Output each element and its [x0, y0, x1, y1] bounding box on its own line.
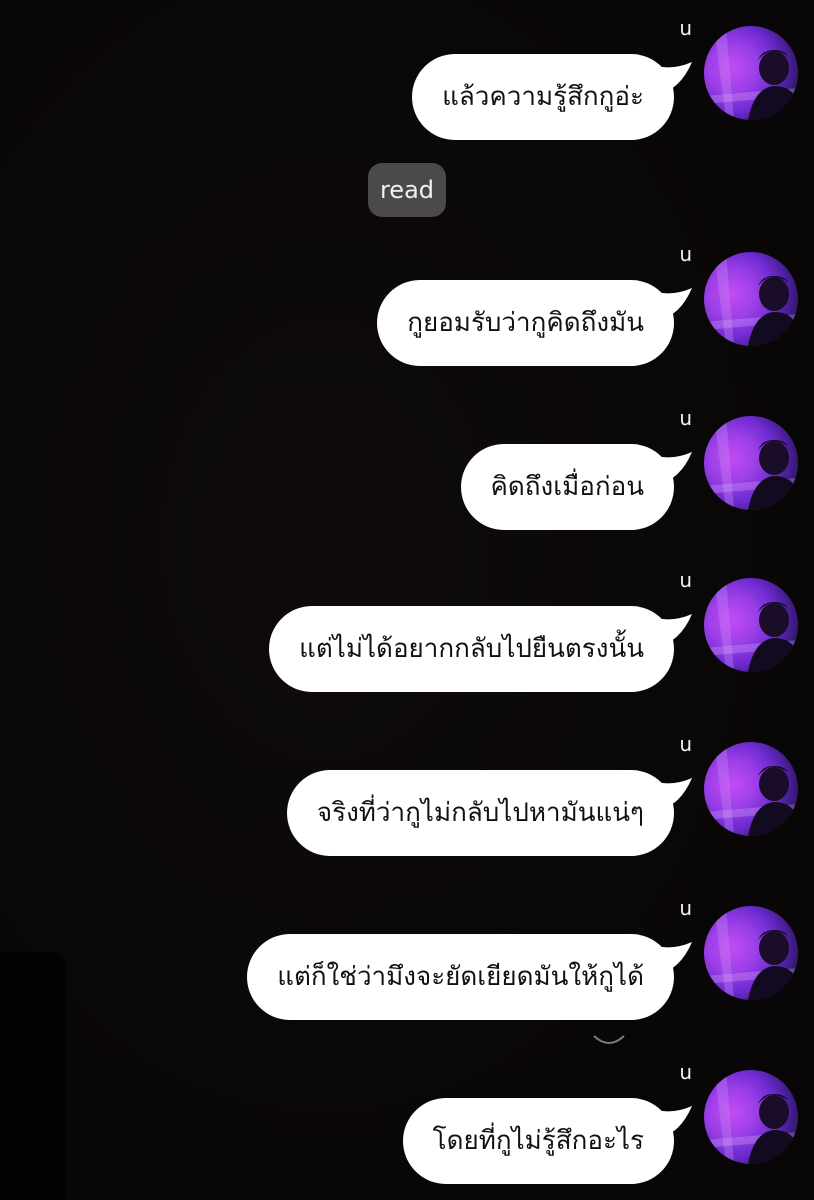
- message-bubble[interactable]: คิดถึงเมื่อก่อน: [460, 444, 674, 530]
- message-row: u แต่ก็ใช่ว่ามึงจะยัดเยียดมันให้กูได้: [0, 896, 814, 1036]
- sender-name: u: [679, 242, 692, 266]
- sender-name: u: [679, 406, 692, 430]
- message-bubble[interactable]: กูยอมรับว่ากูคิดถึงมัน: [377, 280, 674, 366]
- avatar-photo-icon: [704, 742, 798, 836]
- sender-name: u: [679, 732, 692, 756]
- sender-name: u: [679, 1060, 692, 1084]
- background-object: [0, 952, 66, 1200]
- chat-thread: u แล้วความรู้สึกกูอ่ะ read u กูยอมรับว่า…: [0, 0, 814, 1200]
- avatar[interactable]: [704, 906, 798, 1000]
- avatar[interactable]: [704, 742, 798, 836]
- message-row: u กูยอมรับว่ากูคิดถึงมัน: [0, 242, 814, 382]
- message-row: u แล้วความรู้สึกกูอ่ะ: [0, 16, 814, 156]
- light-reflection-icon: [593, 1035, 625, 1044]
- message-bubble[interactable]: แต่ก็ใช่ว่ามึงจะยัดเยียดมันให้กูได้: [247, 934, 674, 1020]
- avatar-photo-icon: [704, 252, 798, 346]
- avatar[interactable]: [704, 578, 798, 672]
- avatar[interactable]: [704, 26, 798, 120]
- message-bubble[interactable]: แต่ไม่ได้อยากกลับไปยืนตรงนั้น: [269, 606, 674, 692]
- avatar-photo-icon: [704, 416, 798, 510]
- sender-name: u: [679, 16, 692, 40]
- message-row: u แต่ไม่ได้อยากกลับไปยืนตรงนั้น: [0, 568, 814, 708]
- read-receipt-chip: read: [368, 163, 446, 217]
- avatar-photo-icon: [704, 578, 798, 672]
- avatar[interactable]: [704, 416, 798, 510]
- sender-name: u: [679, 896, 692, 920]
- message-bubble[interactable]: แล้วความรู้สึกกูอ่ะ: [412, 54, 674, 140]
- avatar-photo-icon: [704, 1070, 798, 1164]
- avatar-photo-icon: [704, 906, 798, 1000]
- avatar-photo-icon: [704, 26, 798, 120]
- avatar[interactable]: [704, 252, 798, 346]
- message-row: u โดยที่กูไม่รู้สึกอะไร: [0, 1060, 814, 1200]
- sender-name: u: [679, 568, 692, 592]
- message-row: u คิดถึงเมื่อก่อน: [0, 406, 814, 546]
- avatar[interactable]: [704, 1070, 798, 1164]
- message-row: u จริงที่ว่ากูไม่กลับไปหามันแน่ๆ: [0, 732, 814, 872]
- message-bubble[interactable]: โดยที่กูไม่รู้สึกอะไร: [402, 1098, 674, 1184]
- message-bubble[interactable]: จริงที่ว่ากูไม่กลับไปหามันแน่ๆ: [286, 770, 674, 856]
